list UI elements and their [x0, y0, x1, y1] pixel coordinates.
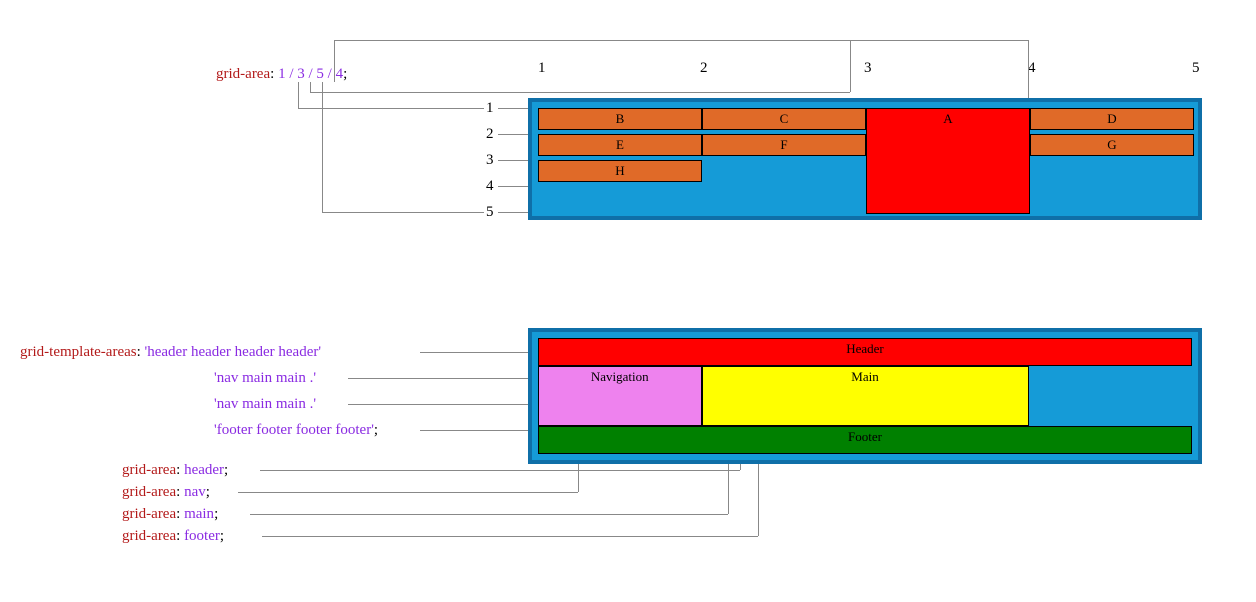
fig2-template-row0: 'header header header header' — [145, 344, 322, 360]
fig1-cell-C: C — [702, 108, 866, 130]
fig2-area2-val: main — [184, 506, 214, 522]
fig1-cell-G: G — [1030, 134, 1194, 156]
fig2-container: Header Navigation Main Footer — [528, 328, 1202, 464]
fig1-col-1: 1 — [538, 60, 546, 77]
fig1-col-3: 3 — [864, 60, 872, 77]
fig1-row-4: 4 — [486, 178, 494, 195]
fig2-template-line-0: grid-template-areas: 'header header head… — [20, 344, 321, 361]
fig2-template-prop: grid-template-areas — [20, 344, 137, 360]
fig1-caption-prop: grid-area — [216, 66, 270, 82]
fig2-area3-val: footer — [184, 528, 220, 544]
fig1-row-2: 2 — [486, 126, 494, 143]
fig2-area0-val: header — [184, 462, 224, 478]
fig1-cell-B: B — [538, 108, 702, 130]
fig2-template-line-1: 'nav main main .' — [214, 370, 316, 387]
fig1-row-1: 1 — [486, 100, 494, 117]
fig2-area-line-1: grid-area: nav; — [122, 484, 210, 501]
fig2-footer: Footer — [538, 426, 1192, 454]
fig2-area2-prop: grid-area — [122, 506, 176, 522]
fig1-col-5: 5 — [1192, 60, 1200, 77]
fig1-caption: grid-area: 1 / 3 / 5 / 4; — [216, 66, 347, 83]
fig1-row-5: 5 — [486, 204, 494, 221]
fig2-template-row2: 'nav main main .' — [214, 396, 316, 412]
fig1-cell-H: H — [538, 160, 702, 182]
fig1-cell-D: D — [1030, 108, 1194, 130]
fig2-template-line-2: 'nav main main .' — [214, 396, 316, 413]
fig2-area-line-0: grid-area: header; — [122, 462, 228, 479]
fig2-template-row3: 'footer footer footer footer' — [214, 422, 374, 438]
fig2-template-line-3: 'footer footer footer footer'; — [214, 422, 378, 439]
fig2-area-line-3: grid-area: footer; — [122, 528, 224, 545]
fig1-cell-F: F — [702, 134, 866, 156]
fig1-row-3: 3 — [486, 152, 494, 169]
fig2-template-row1: 'nav main main .' — [214, 370, 316, 386]
fig2-header: Header — [538, 338, 1192, 366]
fig2-main: Main — [702, 366, 1029, 426]
fig2-nav: Navigation — [538, 366, 702, 426]
fig2-area-line-2: grid-area: main; — [122, 506, 218, 523]
fig2-area0-prop: grid-area — [122, 462, 176, 478]
fig1-col-2: 2 — [700, 60, 708, 77]
fig2-area1-prop: grid-area — [122, 484, 176, 500]
fig1-cell-A: A — [866, 108, 1030, 214]
fig1-container: A B C D E F G H — [528, 98, 1202, 220]
fig2-area1-val: nav — [184, 484, 206, 500]
fig1-col-4: 4 — [1028, 60, 1036, 77]
fig1-cell-E: E — [538, 134, 702, 156]
fig2-area3-prop: grid-area — [122, 528, 176, 544]
